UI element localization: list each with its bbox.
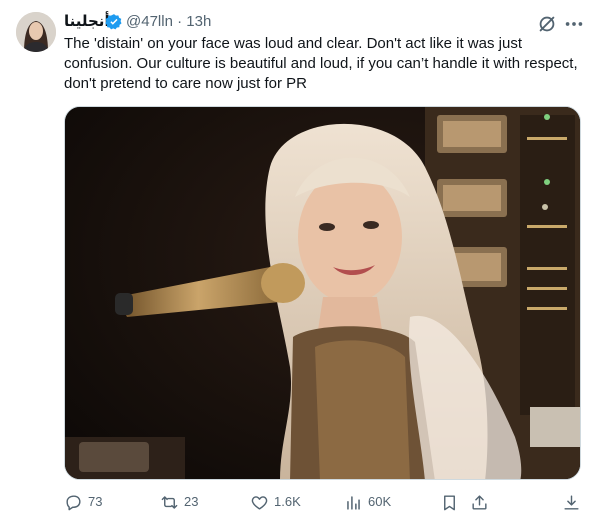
handle[interactable]: @47lln — [126, 13, 173, 30]
bookmark-icon — [444, 494, 455, 510]
like-button[interactable]: 1.6K — [250, 490, 301, 514]
views-count: 60K — [368, 494, 392, 509]
avatar[interactable] — [16, 12, 56, 52]
repost-count: 23 — [184, 494, 199, 509]
views-button[interactable]: 60K — [344, 490, 391, 514]
views-icon — [347, 495, 360, 510]
download-icon — [564, 494, 579, 510]
post-header: أنجلينا @47lln · 13h — [64, 12, 582, 32]
repost-icon — [161, 495, 178, 509]
post-actions: 73 23 1.6K 60K — [64, 490, 584, 514]
download-button[interactable] — [562, 490, 581, 514]
share-icon — [472, 494, 487, 510]
post-image — [65, 107, 580, 479]
avatar-image — [16, 12, 56, 52]
post-time[interactable]: 13h — [186, 13, 211, 30]
reply-icon — [66, 494, 81, 510]
share-button[interactable] — [470, 490, 489, 514]
grok-icon[interactable] — [536, 13, 558, 35]
repost-button[interactable]: 23 — [160, 490, 198, 514]
reply-count: 73 — [88, 494, 103, 509]
more-icon[interactable] — [563, 13, 585, 35]
post-meta: @47lln · 13h — [126, 12, 211, 32]
meta-separator: · — [177, 13, 183, 30]
post-text: The 'distain' on your face was loud and … — [64, 35, 578, 92]
post-media[interactable] — [64, 106, 581, 480]
reply-button[interactable]: 73 — [64, 490, 102, 514]
display-name[interactable]: أنجلينا — [64, 12, 110, 32]
verified-badge-icon — [105, 14, 122, 30]
like-icon — [251, 495, 268, 510]
like-count: 1.6K — [274, 494, 301, 509]
bookmark-button[interactable] — [440, 490, 459, 514]
